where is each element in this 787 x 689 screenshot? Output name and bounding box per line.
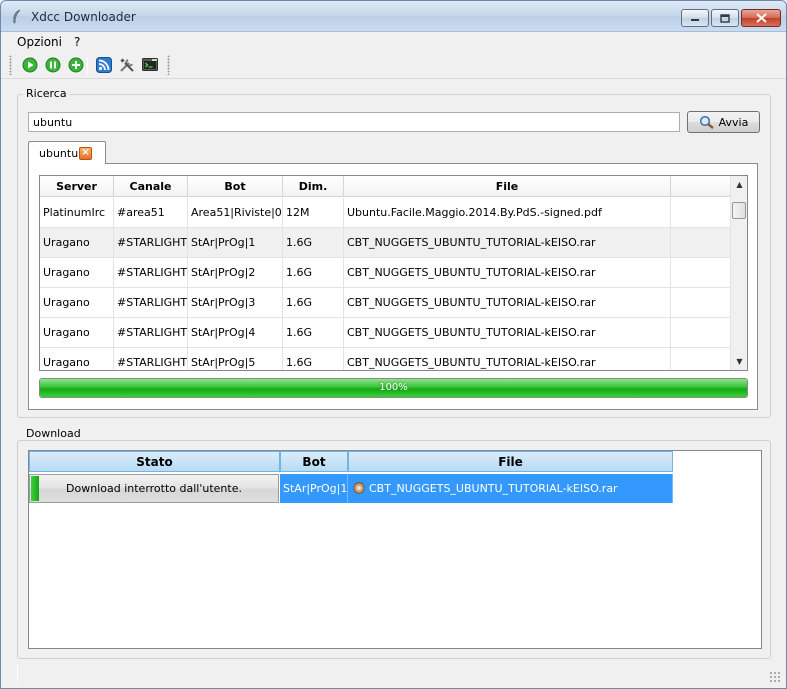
search-icon <box>699 115 714 129</box>
scroll-down-icon[interactable]: ▼ <box>731 353 747 370</box>
toolbar-grip-end[interactable] <box>167 55 170 75</box>
progress-text: 100% <box>379 382 408 393</box>
cell-canale: #STARLIGHT <box>114 228 188 258</box>
col-header-file[interactable]: File <box>348 451 673 472</box>
status-separator <box>17 664 18 682</box>
cell-canale: #STARLIGHT <box>114 348 188 370</box>
toolbar-separator <box>87 57 88 74</box>
cell-bot: StAr|PrOg|4 <box>188 318 283 348</box>
console-icon[interactable] <box>142 57 158 73</box>
search-progress-bar: 100% <box>39 378 748 398</box>
download-bot-cell: StAr|PrOg|1 <box>280 474 348 503</box>
minimize-icon <box>691 19 699 21</box>
results-table[interactable]: Server Canale Bot Dim. File PlatinumIrc … <box>39 175 748 371</box>
menu-bar: Opzioni ? <box>1 32 786 52</box>
cell-file: CBT_NUGGETS_UBUNTU_TUTORIAL-kEISO.rar <box>344 318 671 348</box>
tab-close-icon[interactable]: × <box>79 147 92 160</box>
menu-opzioni[interactable]: Opzioni <box>15 35 64 49</box>
window-title: Xdcc Downloader <box>31 10 136 24</box>
download-group-title: Download <box>23 427 84 440</box>
cell-file: CBT_NUGGETS_UBUNTU_TUTORIAL-kEISO.rar <box>344 348 671 370</box>
tab-ubuntu-label: ubuntu <box>39 147 79 160</box>
table-row[interactable]: Uragano #STARLIGHT StAr|PrOg|5 1.6G CBT_… <box>40 348 731 370</box>
table-row[interactable]: PlatinumIrc #area51 Area51|Riviste|03 12… <box>40 198 731 228</box>
close-button[interactable] <box>741 9 781 27</box>
pause-icon[interactable] <box>45 57 61 73</box>
results-scrollbar[interactable]: ▲ ▼ <box>730 176 747 370</box>
rss-icon[interactable] <box>96 57 112 73</box>
col-header-dim[interactable]: Dim. <box>283 176 344 197</box>
stato-text: Download interrotto dall'utente. <box>66 482 242 495</box>
cell-server: Uragano <box>40 288 114 318</box>
col-header-bot[interactable]: Bot <box>280 451 348 472</box>
avvia-button-label: Avvia <box>718 115 749 129</box>
cell-bot: StAr|PrOg|2 <box>188 258 283 288</box>
downloads-table[interactable]: Stato Bot File Download interrotto dall'… <box>28 450 762 649</box>
cell-bot: StAr|PrOg|3 <box>188 288 283 318</box>
table-row[interactable]: Uragano #STARLIGHT StAr|PrOg|2 1.6G CBT_… <box>40 258 731 288</box>
cell-canale: #area51 <box>114 198 188 228</box>
title-bar[interactable]: Xdcc Downloader <box>1 1 786 32</box>
close-icon <box>755 13 767 23</box>
cell-dim: 1.6G <box>283 258 344 288</box>
cell-bot: StAr|PrOg|1 <box>188 228 283 258</box>
col-header-spacer <box>671 176 731 197</box>
download-file-cell: CBT_NUGGETS_UBUNTU_TUTORIAL-kEISO.rar <box>348 474 673 503</box>
download-file-name: CBT_NUGGETS_UBUNTU_TUTORIAL-kEISO.rar <box>369 482 618 495</box>
cell-file: Ubuntu.Facile.Maggio.2014.By.PdS.-signed… <box>344 198 671 228</box>
play-icon[interactable] <box>22 57 38 73</box>
maximize-button[interactable] <box>711 9 739 27</box>
cell-server: PlatinumIrc <box>40 198 114 228</box>
scroll-thumb[interactable] <box>732 202 746 219</box>
feather-icon <box>13 9 21 24</box>
toolbar-grip[interactable] <box>9 55 12 75</box>
cell-server: Uragano <box>40 258 114 288</box>
ricerca-group-title: Ricerca <box>23 87 70 100</box>
scroll-up-icon[interactable]: ▲ <box>731 176 747 193</box>
cell-bot: StAr|PrOg|5 <box>188 348 283 370</box>
resize-grip-icon[interactable] <box>769 671 780 682</box>
cell-dim: 1.6G <box>283 318 344 348</box>
table-row[interactable]: Uragano #STARLIGHT StAr|PrOg|4 1.6G CBT_… <box>40 318 731 348</box>
col-header-bot[interactable]: Bot <box>188 176 283 197</box>
cell-bot: Area51|Riviste|03 <box>188 198 283 228</box>
avvia-button[interactable]: Avvia <box>687 111 760 133</box>
cell-canale: #STARLIGHT <box>114 258 188 288</box>
download-row[interactable]: Download interrotto dall'utente. StAr|Pr… <box>29 474 761 503</box>
col-header-server[interactable]: Server <box>40 176 114 197</box>
maximize-icon <box>720 13 730 23</box>
search-input[interactable] <box>28 112 680 132</box>
tab-ubuntu[interactable]: ubuntu × <box>28 141 106 164</box>
cell-dim: 1.6G <box>283 228 344 258</box>
cell-server: Uragano <box>40 228 114 258</box>
col-header-file[interactable]: File <box>344 176 671 197</box>
cell-server: Uragano <box>40 348 114 370</box>
table-row[interactable]: Uragano #STARLIGHT StAr|PrOg|1 1.6G CBT_… <box>40 228 731 258</box>
minimize-button[interactable] <box>681 9 709 27</box>
cell-dim: 12M <box>283 198 344 228</box>
toolbar <box>1 52 786 79</box>
table-row[interactable]: Uragano #STARLIGHT StAr|PrOg|3 1.6G CBT_… <box>40 288 731 318</box>
col-header-stato[interactable]: Stato <box>29 451 280 472</box>
status-bar <box>1 660 786 688</box>
archive-icon <box>353 482 365 494</box>
cell-file: CBT_NUGGETS_UBUNTU_TUTORIAL-kEISO.rar <box>344 258 671 288</box>
cell-file: CBT_NUGGETS_UBUNTU_TUTORIAL-kEISO.rar <box>344 228 671 258</box>
cell-canale: #STARLIGHT <box>114 318 188 348</box>
cell-file: CBT_NUGGETS_UBUNTU_TUTORIAL-kEISO.rar <box>344 288 671 318</box>
stato-progress-cell: Download interrotto dall'utente. <box>29 474 279 503</box>
cell-dim: 1.6G <box>283 348 344 370</box>
col-header-canale[interactable]: Canale <box>114 176 188 197</box>
tools-icon[interactable] <box>119 57 135 73</box>
add-icon[interactable] <box>68 57 84 73</box>
cell-server: Uragano <box>40 318 114 348</box>
cell-canale: #STARLIGHT <box>114 288 188 318</box>
cell-dim: 1.6G <box>283 288 344 318</box>
app-window: Xdcc Downloader Opzioni ? Ricerca ubuntu… <box>0 0 787 689</box>
menu-help[interactable]: ? <box>72 35 82 49</box>
